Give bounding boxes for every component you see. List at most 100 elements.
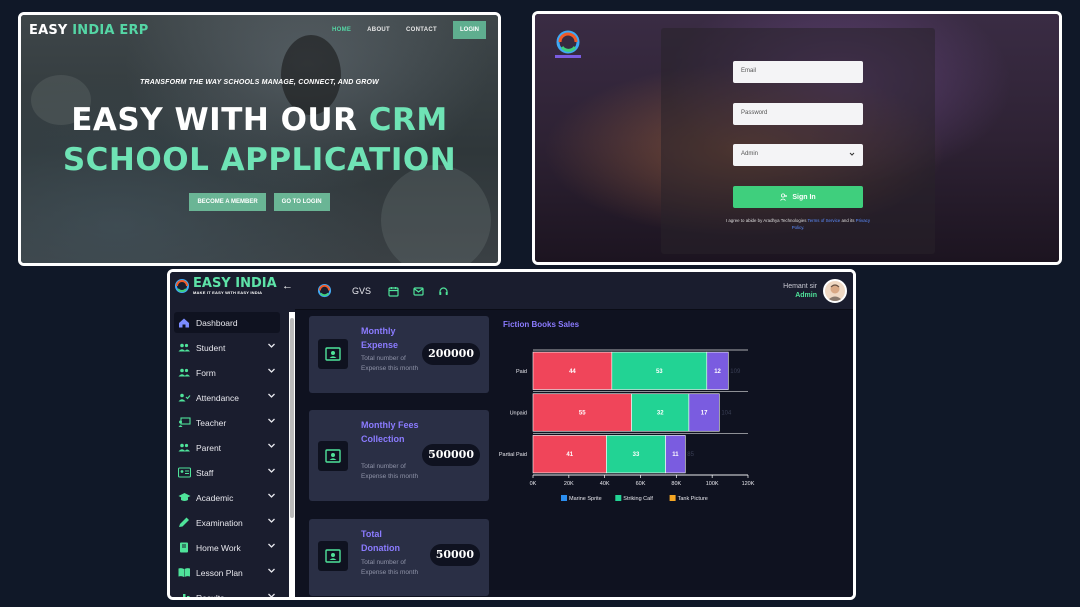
sidebar-scrollbar-thumb[interactable] (290, 318, 294, 518)
stat-card-desc: Total number of Expense this month (361, 463, 419, 480)
user-check-icon (178, 393, 191, 403)
hero-cta-row: BECOME A MEMBER GO TO LOGIN (21, 193, 498, 211)
chevron-down-icon[interactable] (267, 366, 276, 375)
chart-x-tick-label: 40K (600, 481, 610, 487)
id-card-icon (178, 467, 191, 478)
hero-headline-line-1: EASY WITH OUR CRM (21, 102, 498, 138)
sidebar-item-label: Staff (196, 467, 214, 478)
contact-card-icon (318, 339, 348, 369)
go-to-login-button[interactable]: GO TO LOGIN (273, 193, 330, 211)
chevron-down-icon[interactable] (267, 391, 276, 400)
chart-x-tick-label: 60K (636, 481, 646, 487)
avatar[interactable] (823, 279, 847, 303)
nav-about[interactable]: ABOUT (367, 27, 390, 33)
sidebar-item-staff[interactable]: Staff (174, 462, 280, 483)
chevron-down-icon[interactable] (267, 416, 276, 425)
role-select-value: Admin (741, 151, 759, 157)
hero-photo-figure-2 (381, 165, 491, 263)
stat-card-title: Monthly Fees Collection (361, 420, 419, 444)
chart-title: Fiction Books Sales (503, 320, 580, 329)
user-name: Hemant sir (783, 283, 817, 290)
stat-card-monthly-expense: Monthly Expense Total number of Expense … (309, 316, 489, 393)
chart-legend-swatch (615, 495, 622, 501)
landing-brand-logo[interactable]: EASY INDIA ERP (29, 23, 148, 38)
terms-mid: and its (841, 218, 855, 223)
chart-x-tick-label: 120K (742, 481, 755, 487)
top-bar: GVS Hemant sir Admin (295, 272, 853, 310)
nav-home[interactable]: HOME (332, 27, 351, 33)
chart-data-label: 44 (569, 369, 576, 375)
dashboard-main: Monthly Expense Total number of Expense … (295, 310, 853, 597)
sidebar-item-parent[interactable]: Parent (174, 437, 280, 458)
sidebar-item-dashboard[interactable]: Dashboard (174, 312, 280, 333)
stat-card-title: Total Donation (361, 529, 400, 553)
nav-login-button[interactable]: LOGIN (453, 21, 486, 39)
sidebar-item-examination[interactable]: Examination (174, 512, 280, 533)
sidebar-item-label: Teacher (196, 417, 227, 428)
contact-card-icon (318, 441, 348, 471)
terms-of-service-link[interactable]: Terms of Service (808, 218, 841, 223)
chart-data-label: 33 (633, 452, 640, 458)
login-card: Email Password Admin Sign In I agree to … (661, 28, 935, 254)
school-logo-icon (317, 283, 332, 298)
chart-icon (178, 593, 191, 597)
chart-legend-label: Marine Sprite (569, 496, 602, 502)
sidebar-item-teacher[interactable]: Teacher (174, 412, 280, 433)
sidebar-item-student[interactable]: Student (174, 337, 280, 358)
sidebar-item-home-work[interactable]: Home Work (174, 537, 280, 558)
collapse-sidebar-arrow-icon[interactable]: ← (282, 280, 293, 292)
stat-card-desc: Total number of Expense this month (361, 559, 419, 576)
hero-headline-line-2: SCHOOL APPLICATION (62, 142, 457, 178)
users-icon (178, 343, 191, 353)
chevron-down-icon[interactable] (267, 516, 276, 525)
chart-data-label: 55 (579, 411, 586, 417)
calendar-icon[interactable] (388, 286, 399, 297)
sidebar-brand[interactable]: EASY INDIA MAKE IT EASY WITH EASY INDIA (174, 277, 277, 295)
terms-text: I agree to abide by Aradhya Technologies… (723, 217, 873, 231)
chevron-down-icon[interactable] (267, 591, 276, 600)
chart-legend-swatch (669, 495, 676, 501)
home-icon (178, 318, 191, 328)
pen-icon (178, 517, 191, 528)
email-input[interactable]: Email (733, 61, 863, 83)
mail-icon[interactable] (413, 286, 424, 297)
chevron-down-icon[interactable] (267, 341, 276, 350)
stat-card-monthly-fees: Monthly Fees Collection Total number of … (309, 410, 489, 501)
chevron-down-icon (849, 152, 855, 156)
stat-card-desc: Total number of Expense this month (361, 355, 419, 372)
landing-nav-links: HOME ABOUT CONTACT LOGIN (332, 21, 486, 39)
easy-india-logo-icon (555, 30, 581, 58)
sidebar-item-results[interactable]: Results (174, 587, 280, 600)
sidebar-item-label: Home Work (196, 542, 241, 553)
sidebar-item-label: Student (196, 342, 226, 353)
chevron-down-icon[interactable] (267, 491, 276, 500)
role-select[interactable]: Admin (733, 144, 863, 166)
chart-category-label: Partial Paid (499, 452, 527, 458)
hero-headline-accent: CRM (368, 102, 448, 138)
chevron-down-icon[interactable] (267, 466, 276, 475)
easy-india-logo-icon (175, 279, 189, 293)
nav-contact[interactable]: CONTACT (406, 27, 437, 33)
graduation-cap-icon (178, 493, 191, 503)
headset-icon[interactable] (438, 286, 449, 297)
chevron-down-icon[interactable] (267, 541, 276, 550)
sidebar-item-form[interactable]: Form (174, 362, 280, 383)
chevron-down-icon[interactable] (267, 441, 276, 450)
sign-in-button[interactable]: Sign In (733, 186, 863, 208)
sidebar-item-lesson-plan[interactable]: Lesson Plan (174, 562, 280, 583)
school-code: GVS (352, 286, 372, 296)
sidebar-item-academic[interactable]: Academic (174, 487, 280, 508)
password-input[interactable]: Password (733, 103, 863, 125)
become-member-button[interactable]: BECOME A MEMBER (189, 193, 266, 211)
login-page-panel: Email Password Admin Sign In I agree to … (532, 11, 1062, 265)
chart-x-tick-label: 20K (564, 481, 574, 487)
chart-category-label: Unpaid (510, 411, 527, 417)
dashboard-panel: EASY INDIA MAKE IT EASY WITH EASY INDIA … (167, 269, 856, 600)
users-icon (178, 443, 191, 453)
sidebar-item-label: Examination (196, 517, 243, 528)
sidebar-item-label: Results (196, 592, 225, 600)
chevron-down-icon[interactable] (267, 566, 276, 575)
chart-data-label: 41 (566, 452, 573, 458)
chalkboard-icon (178, 417, 191, 428)
sidebar-item-attendance[interactable]: Attendance (174, 387, 280, 408)
